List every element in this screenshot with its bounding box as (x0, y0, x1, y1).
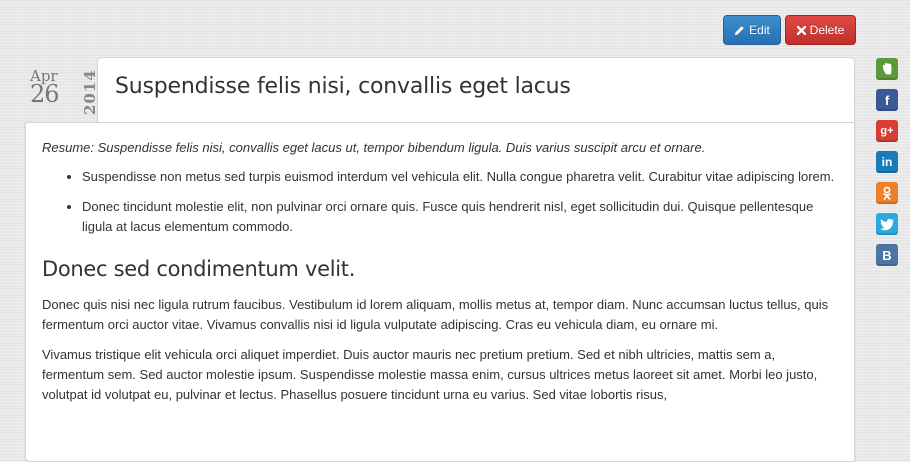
delete-button[interactable]: Delete (785, 15, 856, 45)
paragraph: Vivamus tristique elit vehicula orci ali… (42, 347, 818, 402)
post-content: Resume: Suspendisse felis nisi, convalli… (25, 122, 855, 462)
share-evernote-button[interactable] (876, 58, 898, 80)
share-linkedin-button[interactable]: in (876, 151, 898, 173)
share-twitter-button[interactable] (876, 213, 898, 235)
share-odnoklassniki-button[interactable] (876, 182, 898, 204)
vkontakte-icon: B (882, 247, 892, 263)
delete-button-label: Delete (809, 23, 845, 37)
post-resume: Resume: Suspendisse felis nisi, convalli… (42, 140, 706, 155)
edit-button-label: Edit (749, 23, 770, 37)
evernote-icon (883, 63, 892, 75)
close-icon (796, 25, 806, 35)
google-plus-icon: g+ (880, 125, 894, 137)
list-item: Suspendisse non metus sed turpis euismod… (82, 167, 838, 187)
share-bar: f g+ in B (876, 58, 898, 275)
post-title: Suspendisse felis nisi, convallis eget l… (115, 74, 571, 99)
twitter-icon (879, 218, 894, 230)
share-vkontakte-button[interactable]: B (876, 244, 898, 266)
post-title-bar: Suspendisse felis nisi, convallis eget l… (97, 57, 855, 123)
date-day: 26 (30, 80, 60, 108)
pencil-icon (735, 25, 744, 35)
edit-button[interactable]: Edit (723, 15, 781, 45)
odnoklassniki-icon (883, 186, 891, 200)
section-heading: Donec sed condimentum velit. (42, 257, 356, 281)
share-google-plus-button[interactable]: g+ (876, 120, 898, 142)
bullet-list: Suspendisse non metus sed turpis euismod… (42, 167, 838, 237)
linkedin-icon: in (881, 155, 893, 169)
list-item: Donec tincidunt molestie elit, non pulvi… (82, 197, 838, 237)
paragraph: Donec quis nisi nec ligula rutrum faucib… (42, 297, 829, 332)
post-date: Apr 26 2014 (24, 64, 99, 120)
share-facebook-button[interactable]: f (876, 89, 898, 111)
facebook-icon: f (884, 92, 890, 108)
